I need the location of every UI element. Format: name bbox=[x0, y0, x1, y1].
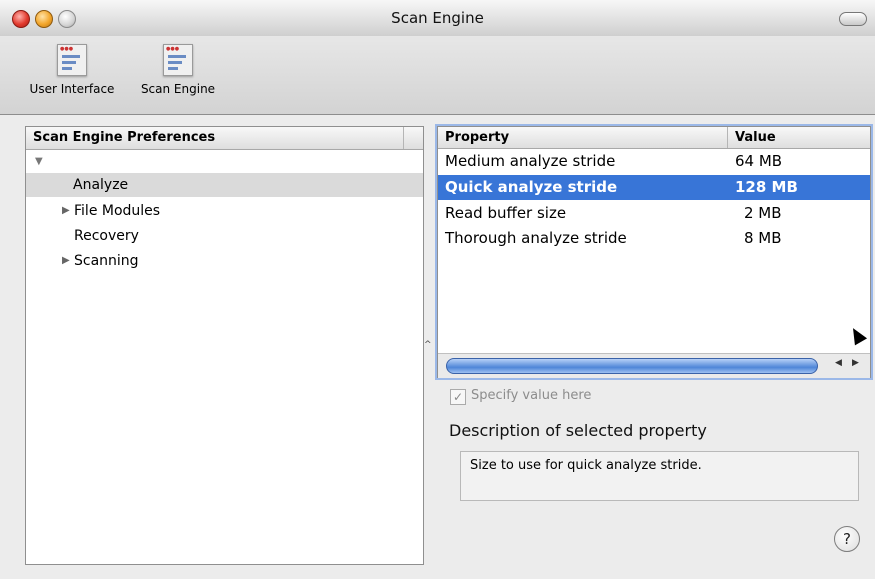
help-button[interactable]: ? bbox=[834, 526, 860, 552]
disclosure-triangle-collapsed-icon[interactable]: ▶ bbox=[62, 199, 70, 223]
horizontal-scrollbar[interactable]: ◀ ▶ bbox=[438, 353, 870, 378]
tree-item-file-modules[interactable]: ▶ File Modules bbox=[26, 199, 423, 223]
description-text: Size to use for quick analyze stride. bbox=[470, 458, 702, 473]
property-value: 64 MB bbox=[735, 152, 783, 170]
preferences-window-icon: ●●● bbox=[163, 44, 193, 76]
specify-value-checkbox[interactable]: ✓ bbox=[450, 389, 466, 405]
tree-item-analyze[interactable]: Analyze bbox=[26, 173, 423, 197]
preferences-tree[interactable]: Scan Engine Preferences ▼ Analyze ▶ File… bbox=[25, 126, 424, 565]
toolbar-item-label: Scan Engine bbox=[140, 82, 216, 96]
tree-item-scanning[interactable]: ▶ Scanning bbox=[26, 249, 423, 273]
preferences-window: Scan Engine ●●● User Interface ●●● Scan … bbox=[0, 0, 875, 579]
tree-item-label: Analyze bbox=[73, 177, 129, 193]
table-row[interactable]: Medium analyze stride 64 MB bbox=[438, 149, 870, 174]
property-name: Quick analyze stride bbox=[445, 178, 618, 196]
table-row-selected[interactable]: Quick analyze stride 128 MB bbox=[438, 175, 870, 200]
property-table[interactable]: Property Value Medium analyze stride 64 … bbox=[437, 126, 871, 378]
scroll-right-arrow-icon[interactable]: ▶ bbox=[852, 358, 859, 368]
scroll-left-arrow-icon[interactable]: ◀ bbox=[835, 358, 842, 368]
description-title: Description of selected property bbox=[449, 421, 707, 440]
property-name: Read buffer size bbox=[445, 204, 567, 222]
specify-value-label: Specify value here bbox=[471, 388, 592, 403]
tree-item-recovery[interactable]: Recovery bbox=[26, 224, 423, 248]
tree-item-label: Recovery bbox=[74, 228, 139, 244]
tree-item-label: File Modules bbox=[74, 203, 161, 219]
tree-column-header[interactable]: Scan Engine Preferences bbox=[26, 127, 423, 150]
column-divider bbox=[403, 127, 404, 149]
property-name: Medium analyze stride bbox=[445, 152, 616, 170]
description-box: Size to use for quick analyze stride. bbox=[460, 451, 859, 501]
tree-item-root[interactable]: ▼ bbox=[26, 150, 423, 174]
disclosure-triangle-expanded-icon[interactable]: ▼ bbox=[35, 150, 43, 174]
disclosure-triangle-collapsed-icon[interactable]: ▶ bbox=[62, 249, 70, 273]
column-header-property[interactable]: Property bbox=[445, 127, 509, 148]
toolbar: ●●● User Interface ●●● Scan Engine bbox=[0, 36, 875, 115]
table-row[interactable]: Thorough analyze stride 8 MB bbox=[438, 226, 870, 251]
preferences-window-icon: ●●● bbox=[57, 44, 87, 76]
table-header: Property Value bbox=[438, 127, 870, 149]
property-name: Thorough analyze stride bbox=[445, 229, 627, 247]
tree-item-label: Scanning bbox=[74, 253, 139, 269]
toolbar-item-label: User Interface bbox=[29, 82, 115, 96]
property-value: 2 MB bbox=[744, 204, 782, 222]
window-title: Scan Engine bbox=[391, 9, 484, 27]
column-divider bbox=[727, 127, 728, 148]
scrollbar-thumb[interactable] bbox=[446, 358, 818, 374]
table-row[interactable]: Read buffer size 2 MB bbox=[438, 201, 870, 226]
toolbar-item-scan-engine[interactable]: ●●● Scan Engine bbox=[130, 44, 226, 96]
toolbar-toggle-button[interactable] bbox=[839, 12, 867, 26]
tree-header-label: Scan Engine Preferences bbox=[33, 130, 216, 145]
column-header-value[interactable]: Value bbox=[735, 127, 776, 148]
property-value: 8 MB bbox=[744, 229, 782, 247]
property-value: 128 MB bbox=[735, 178, 798, 196]
split-view-divider-icon[interactable]: ^ bbox=[424, 340, 432, 350]
toolbar-item-user-interface[interactable]: ●●● User Interface bbox=[18, 44, 126, 96]
title-bar[interactable]: Scan Engine bbox=[0, 0, 875, 37]
